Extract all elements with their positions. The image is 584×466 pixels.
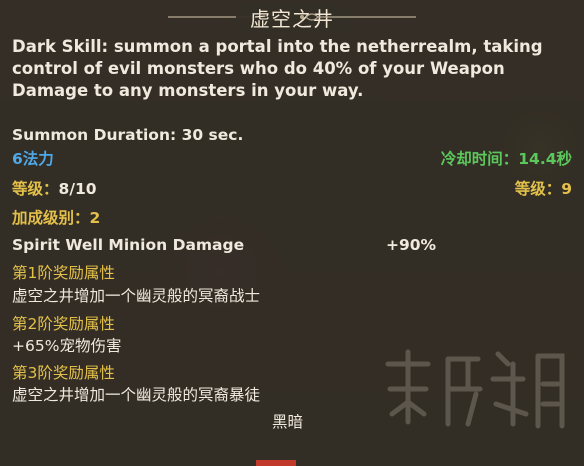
- stat-name: Spirit Well Minion Damage: [12, 236, 245, 254]
- right-ornament-icon: [300, 13, 416, 21]
- tooltip-title-bar: 虚空之井: [0, 0, 584, 34]
- level-current: 8: [58, 180, 70, 198]
- required-level: 等级：9: [514, 180, 572, 198]
- element-type: 黑暗: [272, 413, 304, 431]
- level-row: 等级：8/10 等级：9: [12, 178, 572, 200]
- skill-description: Dark Skill: summon a portal into the net…: [12, 37, 543, 100]
- tier2-label: 第2阶奖励属性: [12, 315, 115, 333]
- mana-cost: 6法力: [12, 150, 54, 168]
- watermark-logo-icon: [385, 349, 565, 429]
- cooldown-label: 冷却时间：: [440, 150, 519, 168]
- level-max: /10: [69, 180, 97, 198]
- stat-value: +90%: [386, 236, 437, 254]
- cooldown: 冷却时间：14.4秒: [441, 148, 572, 170]
- cooldown-value: 14.4秒: [518, 150, 572, 168]
- tier1-text: 虚空之井增加一个幽灵般的冥裔战士: [12, 287, 261, 305]
- tier1-label: 第1阶奖励属性: [12, 264, 115, 282]
- level-label: 等级：: [12, 180, 59, 198]
- summon-duration: Summon Duration: 30 sec.: [12, 126, 244, 144]
- stat-row: Spirit Well Minion Damage +90%: [12, 234, 572, 256]
- bottom-tab-indicator: [256, 460, 296, 466]
- bonus-rank: 加成级别：2: [12, 209, 101, 227]
- cost-cooldown-row: 6法力 冷却时间：14.4秒: [12, 148, 572, 170]
